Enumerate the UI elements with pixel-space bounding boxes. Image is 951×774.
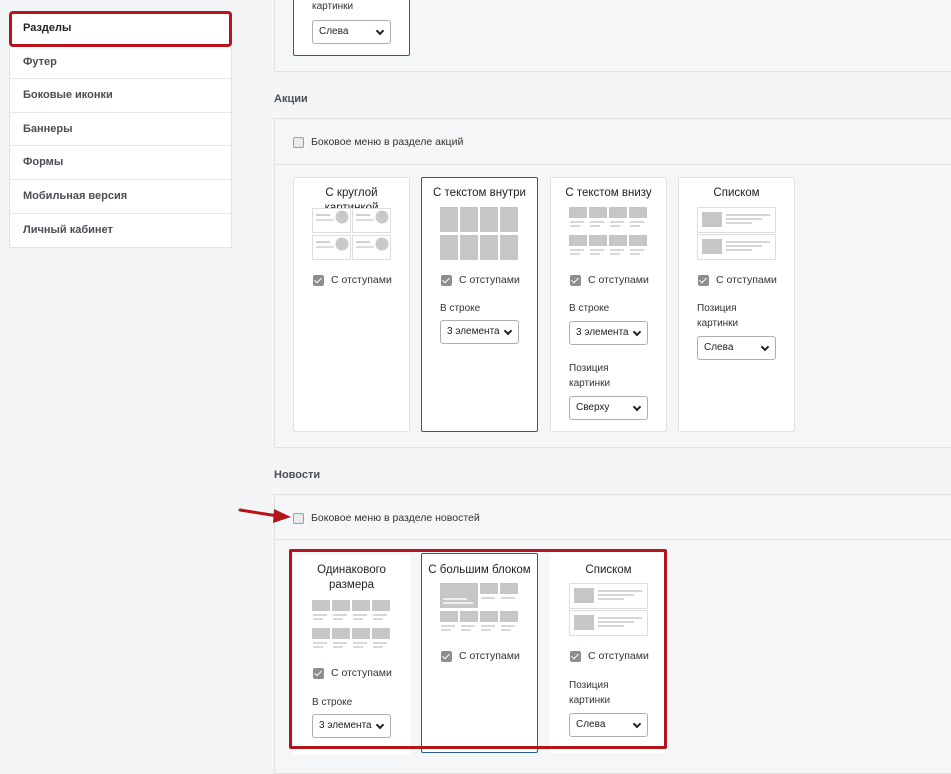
padding-checkbox[interactable]: С отступами [698, 274, 777, 288]
sidebar-item-sections[interactable]: Разделы [9, 11, 232, 47]
promo-card-text-below[interactable]: С текстом внизу С отступами В строке 3 э… [550, 177, 667, 432]
promo-card-list[interactable]: Списком С отступами Позиция картинки Сле… [678, 177, 795, 432]
promo-card-text-inside[interactable]: С текстом внутри С отступами В строке 3 … [421, 177, 538, 432]
promo-side-menu-checkbox[interactable]: Боковое меню в разделе акций [293, 135, 463, 151]
chevron-down-icon [760, 342, 770, 352]
layout-thumbnail [697, 207, 776, 260]
image-position-select[interactable]: Слева [697, 336, 776, 360]
promo-panel: Боковое меню в разделе акций С круглой к… [274, 118, 951, 448]
sidebar-item-footer[interactable]: Футер [10, 46, 231, 80]
padding-checkbox[interactable]: С отступами [313, 274, 392, 288]
select-value: Слева [704, 342, 734, 353]
chevron-down-icon [632, 402, 642, 412]
divider [275, 164, 951, 165]
checkmark-icon [570, 275, 581, 286]
sidebar-item-banners[interactable]: Баннеры [10, 113, 231, 147]
sidebar-item-side-icons[interactable]: Боковые иконки [10, 79, 231, 113]
card-title: С текстом внизу [565, 187, 652, 199]
sidebar-item-account[interactable]: Личный кабинет [10, 214, 231, 248]
checkmark-icon [441, 275, 452, 286]
layout-thumbnail [312, 208, 391, 260]
sidebar-item-forms[interactable]: Формы [10, 146, 231, 180]
arrow-right-icon [238, 508, 291, 523]
checkbox-label: С отступами [716, 274, 777, 286]
top-card-label: картинки [312, 1, 354, 12]
select-value: 3 элемента [576, 327, 629, 338]
select-value: 3 элемента [447, 326, 500, 337]
checkbox-label: С отступами [588, 274, 649, 286]
sidebar-menu: Разделы Футер Боковые иконки Баннеры Фор… [9, 11, 232, 249]
image-position-label: Позиция картинки [569, 363, 611, 389]
layout-thumbnail [440, 207, 518, 260]
top-panel: картинки Слева [274, 0, 951, 72]
row-count-label: В строке [569, 303, 610, 314]
chevron-down-icon [375, 26, 385, 36]
padding-checkbox[interactable]: С отступами [441, 274, 520, 288]
section-title-news: Новости [274, 469, 321, 481]
checkbox-icon [293, 512, 304, 524]
select-value: Слева [319, 26, 349, 37]
row-count-select[interactable]: 3 элемента [440, 320, 519, 344]
checkbox-label: С отступами [331, 274, 392, 286]
padding-checkbox[interactable]: С отступами [570, 274, 649, 288]
checkmark-icon [698, 275, 709, 286]
checkbox-icon [293, 136, 304, 148]
highlight-frame [289, 549, 667, 749]
checkmark-icon [313, 275, 324, 286]
top-card-select[interactable]: Слева [312, 20, 391, 44]
image-position-select[interactable]: Сверху [569, 396, 648, 420]
card-title: С текстом внутри [433, 187, 526, 199]
layout-thumbnail [569, 207, 647, 255]
checkbox-label: Боковое меню в разделе акций [311, 136, 464, 149]
card-title: Списком [713, 187, 760, 199]
select-value: Сверху [576, 402, 610, 413]
checkbox-label: Боковое меню в разделе новостей [311, 512, 480, 525]
chevron-down-icon [632, 327, 642, 337]
image-position-label: Позиция картинки [697, 303, 739, 329]
sidebar-item-mobile[interactable]: Мобильная версия [10, 180, 231, 214]
section-title-promo: Акции [274, 93, 308, 105]
promo-card-round-image[interactable]: С круглой картинкой С отступами [293, 177, 410, 432]
row-count-label: В строке [440, 303, 481, 314]
divider [275, 539, 951, 540]
news-side-menu-checkbox[interactable]: Боковое меню в разделе новостей [293, 511, 480, 527]
row-count-select[interactable]: 3 элемента [569, 321, 648, 345]
checkbox-label: С отступами [459, 274, 520, 286]
chevron-down-icon [503, 326, 513, 336]
top-card[interactable]: картинки Слева [293, 0, 410, 56]
